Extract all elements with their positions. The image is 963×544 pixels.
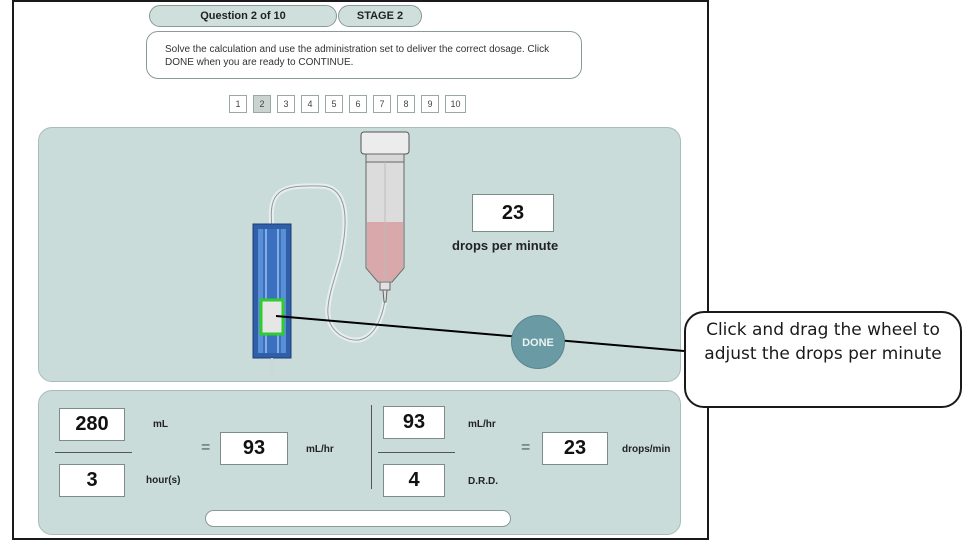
- fraction-line-2: [378, 452, 455, 453]
- volume-unit: mL: [153, 419, 168, 430]
- time-unit: hour(s): [146, 475, 181, 486]
- drops-per-minute-display: 23: [472, 194, 554, 232]
- rate2-input[interactable]: 93: [383, 406, 445, 439]
- done-button[interactable]: DONE: [511, 315, 565, 369]
- feedback-bar: [205, 510, 511, 527]
- instruction-callout: Click and drag the wheel to adjust the d…: [684, 311, 962, 408]
- drd-input[interactable]: 4: [383, 464, 445, 497]
- rate-unit: mL/hr: [306, 444, 334, 455]
- rate2-unit: mL/hr: [468, 419, 496, 430]
- drip-chamber: [360, 131, 410, 303]
- rate-input[interactable]: 93: [220, 432, 288, 465]
- roller-clamp[interactable]: [252, 223, 292, 378]
- calc-divider: [371, 405, 372, 489]
- fraction-line-1: [55, 452, 132, 453]
- volume-input[interactable]: 280: [59, 408, 125, 441]
- equals-sign-2: =: [521, 439, 531, 456]
- drops-per-minute-label: drops per minute: [452, 238, 559, 253]
- time-input[interactable]: 3: [59, 464, 125, 497]
- result-input[interactable]: 23: [542, 432, 608, 465]
- result-unit: drops/min: [622, 444, 671, 455]
- equals-sign-1: =: [201, 439, 211, 456]
- drd-unit: D.R.D.: [468, 476, 498, 487]
